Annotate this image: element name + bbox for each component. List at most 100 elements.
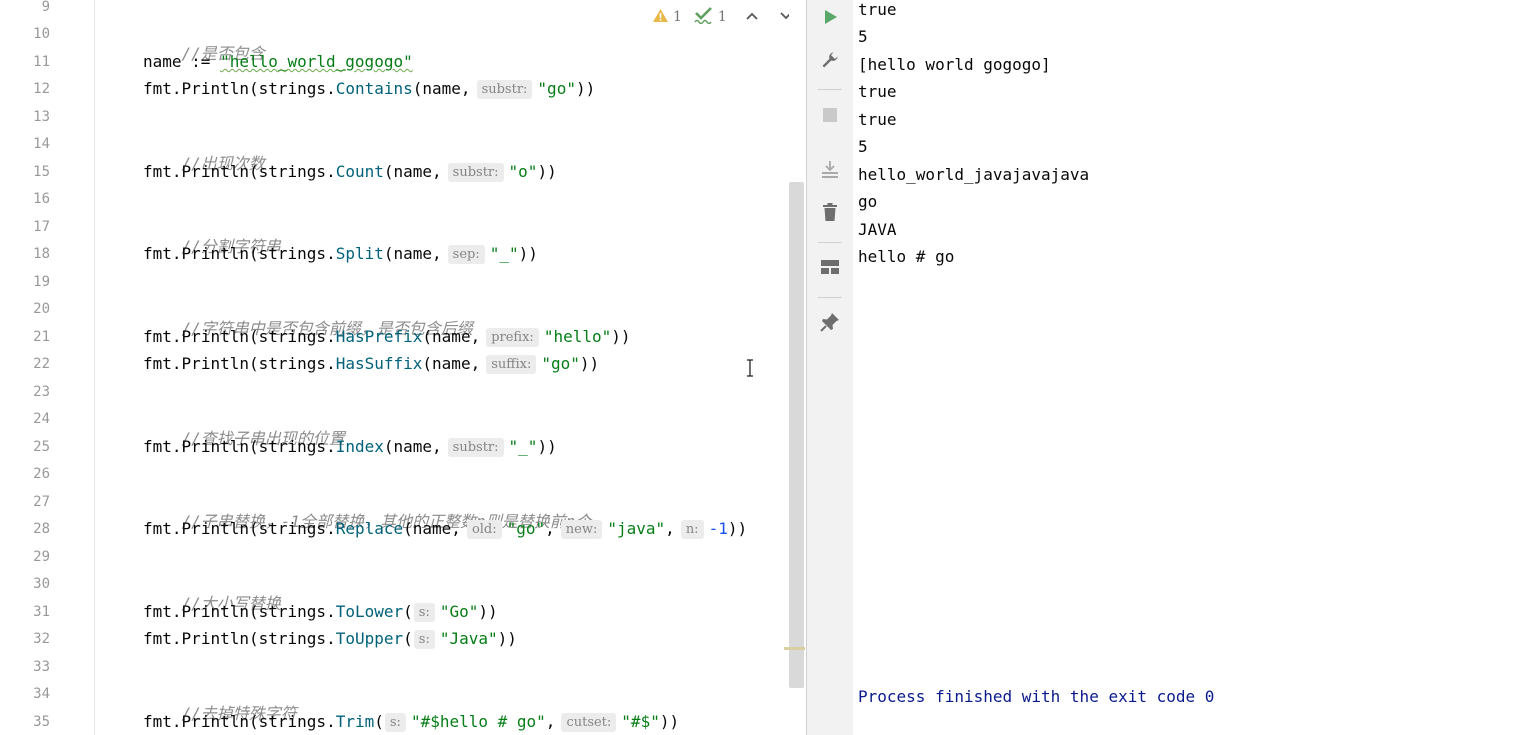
- package-name: strings: [258, 629, 327, 648]
- stop-icon: [821, 106, 839, 128]
- string-literal: "o": [508, 162, 538, 181]
- code-punct: .: [171, 629, 182, 648]
- package-name: fmt: [143, 354, 172, 373]
- console-line: hello_world_javajavajava: [858, 165, 1090, 184]
- console-line: [hello world gogogo]: [858, 55, 1051, 74]
- pin-tab-button[interactable]: [817, 311, 843, 337]
- code-editor[interactable]: 9 10 11 12 13 14 15 16 17 18 19 20 21 22…: [0, 0, 806, 735]
- code-args: (name,: [383, 244, 442, 263]
- console-line: go: [858, 192, 878, 211]
- parameter-hint: suffix:: [486, 355, 537, 374]
- layout-icon: [820, 258, 840, 280]
- code-punct: (: [403, 602, 413, 621]
- line-number: 20: [33, 301, 50, 317]
- package-name: fmt: [143, 602, 172, 621]
- line-number: 14: [33, 136, 50, 152]
- package-name: strings: [258, 354, 327, 373]
- string-literal: "go": [537, 79, 576, 98]
- code-args: (name,: [412, 79, 471, 98]
- line-number: 11: [33, 54, 50, 70]
- code-punct: .: [326, 437, 336, 456]
- line-number: 26: [33, 466, 50, 482]
- function-name: ToLower: [335, 602, 404, 621]
- code-line[interactable]: fmt.Println(strings.Count(name, substr: "o…: [143, 162, 557, 182]
- code-punct: ,: [545, 519, 555, 538]
- string-literal: "#$hello # go": [410, 712, 546, 731]
- number-literal: -1: [708, 519, 728, 538]
- warning-icon: [652, 8, 669, 27]
- package-name: fmt: [143, 244, 172, 263]
- code-line[interactable]: fmt.Println(strings.Trim(s: "#$hello # go…: [143, 712, 679, 732]
- code-line[interactable]: fmt.Println(strings.Replace(name, old: "go…: [143, 519, 747, 539]
- string-literal: "go": [506, 519, 546, 538]
- string-literal: "java": [607, 519, 666, 538]
- console-line: hello # go: [858, 247, 955, 266]
- previous-highlight-button[interactable]: [741, 7, 763, 27]
- stop-button[interactable]: [817, 104, 843, 130]
- line-number: 23: [33, 384, 50, 400]
- line-number: 12: [33, 81, 50, 97]
- function-name: Println: [181, 629, 249, 648]
- scroll-to-end-button[interactable]: [817, 158, 843, 184]
- code-punct: (: [374, 712, 384, 731]
- code-punct: .: [326, 629, 336, 648]
- code-punct: (: [248, 629, 259, 648]
- code-line[interactable]: fmt.Println(strings.Contains(name, substr…: [143, 79, 595, 99]
- function-name: HasPrefix: [335, 327, 423, 346]
- code-punct: (: [248, 712, 259, 731]
- clear-all-button[interactable]: [817, 201, 843, 227]
- string-literal: "hello": [543, 327, 612, 346]
- code-punct: (: [248, 602, 259, 621]
- package-name: fmt: [143, 629, 172, 648]
- code-punct: .: [171, 354, 182, 373]
- run-tool-window-toolbar: [806, 0, 854, 735]
- process-exit-message: Process finished with the exit code 0: [858, 687, 1215, 706]
- line-number-gutter: 9 10 11 12 13 14 15 16 17 18 19 20 21 22…: [0, 0, 95, 735]
- line-number: 18: [33, 246, 50, 262]
- toolbar-separator: [818, 89, 842, 90]
- code-args: (name,: [422, 354, 481, 373]
- scrollbar-marker[interactable]: [784, 647, 805, 650]
- rerun-button[interactable]: [817, 6, 843, 32]
- layout-button[interactable]: [817, 256, 843, 282]
- text-cursor-icon: [744, 358, 756, 382]
- weak-warning-count: 1: [717, 9, 727, 25]
- parameter-hint: s:: [384, 713, 406, 732]
- rerun-icon: [821, 8, 839, 30]
- code-line[interactable]: fmt.Println(strings.ToUpper(s: "Java")): [143, 629, 517, 649]
- line-number: 19: [33, 274, 50, 290]
- parameter-hint: sep:: [447, 245, 485, 264]
- code-line[interactable]: fmt.Println(strings.HasSuffix(name, suffi…: [143, 354, 599, 374]
- function-name: Println: [181, 79, 249, 98]
- code-punct: .: [326, 602, 336, 621]
- code-punct: .: [326, 327, 336, 346]
- editor-scrollbar-thumb[interactable]: [789, 182, 804, 688]
- console-line: true: [858, 0, 897, 19]
- parameter-hint: new:: [560, 520, 603, 539]
- package-name: strings: [258, 712, 327, 731]
- code-line[interactable]: fmt.Println(strings.ToLower(s: "Go")): [143, 602, 498, 622]
- function-name: Println: [181, 712, 249, 731]
- code-line[interactable]: fmt.Println(strings.Split(name, sep: "_")): [143, 244, 538, 264]
- package-name: strings: [258, 602, 327, 621]
- edit-configuration-button[interactable]: [817, 49, 843, 75]
- function-name: Replace: [335, 519, 404, 538]
- warnings-indicator[interactable]: 1: [652, 8, 682, 27]
- line-number: 28: [33, 521, 50, 537]
- package-name: strings: [258, 327, 327, 346]
- line-number: 21: [33, 329, 50, 345]
- function-name: Println: [181, 162, 249, 181]
- code-punct: )): [537, 162, 557, 181]
- line-number: 31: [33, 604, 50, 620]
- code-punct: (: [248, 244, 259, 263]
- line-number: 16: [33, 191, 50, 207]
- run-console-output[interactable]: true 5 [hello world gogogo] true true 5 …: [853, 0, 1526, 735]
- code-line[interactable]: fmt.Println(strings.HasPrefix(name, prefi…: [143, 327, 631, 347]
- line-number: 9: [41, 0, 50, 15]
- code-line[interactable]: name := "hello_world_gogogo": [143, 52, 413, 72]
- code-punct: (: [248, 79, 259, 98]
- weak-warnings-indicator[interactable]: 1: [694, 6, 727, 28]
- code-line[interactable]: fmt.Println(strings.Index(name, substr: "_…: [143, 437, 557, 457]
- parameter-hint: s:: [413, 630, 435, 649]
- wrench-icon: [820, 50, 840, 74]
